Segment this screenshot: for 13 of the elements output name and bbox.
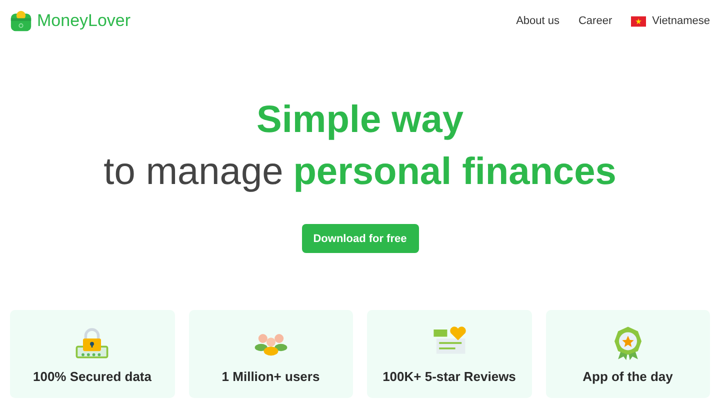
flag-icon	[631, 16, 646, 26]
nav-link[interactable]: Career	[578, 15, 612, 27]
hero-highlight: personal finances	[293, 150, 616, 194]
padlock-icon	[74, 325, 110, 361]
feature-label: 100% Secured data	[32, 369, 152, 384]
language-link[interactable]: Vietnamese	[631, 15, 710, 27]
feature-label: App of the day	[582, 369, 673, 384]
wallet-logo-icon	[10, 10, 32, 32]
hero-subtitle: to manage	[104, 150, 284, 194]
nav-link[interactable]: About us	[516, 15, 560, 27]
feature-label: 100K+ 5-star Reviews	[382, 369, 516, 384]
feature-label: 1 Million+ users	[222, 369, 320, 384]
hero-title: Simple way	[256, 98, 464, 142]
